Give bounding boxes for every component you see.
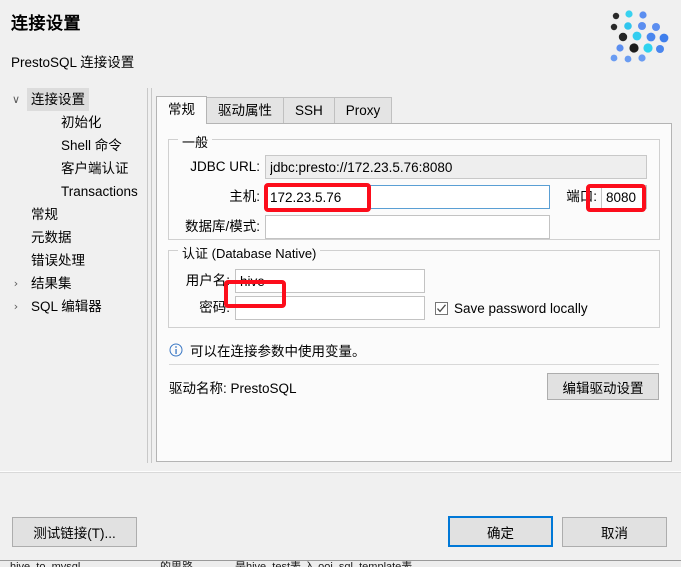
test-connection-button[interactable]: 测试链接(T)... [12,517,137,547]
sidebar-item-0[interactable]: ∨ 连接设置 [0,88,143,111]
dialog-header: 连接设置 PrestoSQL 连接设置 [0,0,681,86]
sidebar-item-label: 初始化 [61,115,102,130]
username-field[interactable] [235,269,425,293]
chevron-down-icon[interactable]: ∨ [9,88,23,111]
info-circle-icon [169,343,183,357]
general-group-title: 一般 [178,132,213,151]
driver-name-label: 驱动名称: PrestoSQL [169,381,297,396]
sidebar-item-2[interactable]: Shell 命令 [0,134,143,157]
ok-button[interactable]: 确定 [448,516,553,547]
host-field[interactable] [265,185,550,209]
password-field[interactable] [235,296,425,320]
connection-settings-dialog: 连接设置 PrestoSQL 连接设置 ∨ 连接设置 初始化 Shell 命令 … [0,0,681,567]
sidebar-item-label: 错误处理 [31,253,85,268]
sidebar-item-label: 连接设置 [27,88,89,111]
sidebar-item-6[interactable]: 元数据 [0,226,143,249]
host-label: 主机: [229,189,260,204]
tab-3[interactable]: Proxy [333,97,393,124]
bg-fragment-0: hive_to_mysql [10,561,81,567]
sidebar-item-label: Shell 命令 [61,138,122,153]
chevron-right-icon[interactable]: › [9,272,23,295]
save-password-label: Save password locally [454,300,588,316]
sidebar-item-label: SQL 编辑器 [31,299,102,314]
sidebar-item-4[interactable]: Transactions [0,180,143,203]
port-label: 端口: [566,189,597,204]
sidebar-sash[interactable] [147,88,152,463]
save-password-checkbox[interactable]: Save password locally [435,296,588,320]
footer-divider [0,471,681,473]
authentication-group: 认证 (Database Native) 用户名: 密码: Save passw… [168,243,660,328]
background-window-text: hive_to_mysql 的思路 是hive_test表 入 ooi_sql_… [0,562,681,567]
variables-hint: 可以在连接参数中使用变量。 [169,340,659,360]
sidebar-item-label: 元数据 [31,230,72,245]
chevron-right-icon[interactable]: › [9,295,23,318]
sidebar-item-label: 客户端认证 [61,161,129,176]
tab-1[interactable]: 驱动属性 [206,97,284,124]
bg-fragment-1: 的思路 [160,561,193,567]
sidebar-item-9[interactable]: › SQL 编辑器 [0,295,143,318]
general-group: 一般 JDBC URL: 主机: 端口: 数据库/模式: [168,132,660,240]
port-field[interactable] [601,185,647,209]
dbeaver-dots-logo-icon [601,6,677,68]
password-label: 密码: [199,300,230,315]
page-title: 连接设置 [11,14,81,33]
settings-tabfolder: 常规驱动属性SSHProxy 一般 JDBC URL: 主机: 端口: 数据库/… [156,96,672,462]
checkbox-box-icon [435,301,448,315]
tab-panel-general: 一般 JDBC URL: 主机: 端口: 数据库/模式: 认证 (Databas… [156,123,672,462]
sidebar-item-1[interactable]: 初始化 [0,111,143,134]
bg-fragment-2: 是hive_test表 入 ooi_sql_template表 [235,561,413,567]
edit-driver-settings-button[interactable]: 编辑驱动设置 [547,373,659,400]
database-schema-field[interactable] [265,215,550,239]
jdbc-url-field[interactable] [265,155,647,179]
database-schema-label: 数据库/模式: [184,219,260,234]
sidebar-item-8[interactable]: › 结果集 [0,272,143,295]
tab-bar: 常规 驱动属性 SSH Proxy [156,96,672,124]
sidebar-item-7[interactable]: 错误处理 [0,249,143,272]
panel-divider [169,364,659,365]
page-subtitle: PrestoSQL 连接设置 [11,55,135,70]
sidebar-item-label: 常规 [31,207,58,222]
sidebar-item-5[interactable]: 常规 [0,203,143,226]
settings-category-tree[interactable]: ∨ 连接设置初始化 Shell 命令 客户端认证 Transactions 常规元数据错误… [0,88,143,463]
variables-hint-text: 可以在连接参数中使用变量。 [190,344,366,359]
tab-2[interactable]: SSH [283,97,335,124]
authentication-group-title: 认证 (Database Native) [178,243,321,262]
jdbc-url-label: JDBC URL: [190,159,260,174]
sidebar-item-label: Transactions [61,184,138,199]
sidebar-item-3[interactable]: 客户端认证 [0,157,143,180]
cancel-button[interactable]: 取消 [562,517,667,547]
username-label: 用户名: [185,273,230,288]
tab-0[interactable]: 常规 [156,96,207,124]
sidebar-item-label: 结果集 [31,276,72,291]
